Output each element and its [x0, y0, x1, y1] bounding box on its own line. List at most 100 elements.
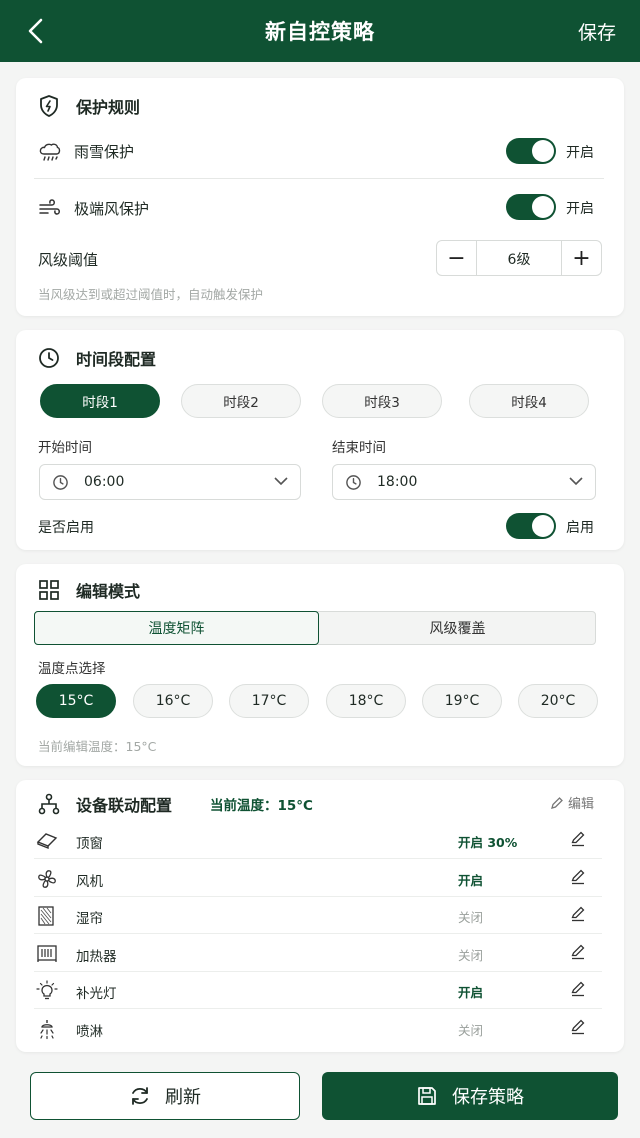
edit-mode-card: 编辑模式 温度矩阵 风级覆盖 温度点选择 15°C 16°C 17°C 18°C…	[16, 564, 624, 766]
start-time-value: 06:00	[84, 474, 125, 490]
device-row: 加热器 关闭	[34, 935, 602, 972]
device-name: 加热器	[76, 948, 117, 965]
device-status: 关闭	[458, 947, 484, 963]
sprinkler-icon	[36, 1018, 58, 1044]
chevron-down-icon	[274, 477, 288, 486]
device-name: 湿帘	[76, 911, 103, 927]
device-row: 顶窗 开启 30%	[34, 822, 602, 859]
edit-pencil-icon[interactable]	[570, 906, 586, 926]
tab-temperature-matrix[interactable]: 温度矩阵	[34, 611, 319, 645]
tab-slot-2[interactable]: 时段2	[181, 384, 301, 418]
start-time-select[interactable]: 06:00	[39, 464, 301, 500]
refresh-label: 刷新	[165, 1087, 201, 1108]
device-row: 湿帘 关闭	[34, 897, 602, 934]
temp-option-16[interactable]: 16°C	[133, 684, 213, 718]
wind-threshold-label: 风级阈值	[38, 251, 99, 269]
device-name: 补光灯	[76, 986, 117, 1002]
shield-icon	[40, 95, 58, 117]
timeslot-card: 时间段配置 时段1 时段2 时段3 时段4 开始时间 结束时间 06:00 18…	[16, 330, 624, 550]
device-name: 风机	[76, 873, 103, 890]
protection-title-text: 保护规则	[76, 98, 141, 117]
device-row: 补光灯 开启	[34, 972, 602, 1009]
edit-pencil-icon[interactable]	[570, 869, 586, 889]
end-time-value: 18:00	[377, 474, 418, 490]
clock-icon	[53, 475, 68, 490]
enable-state: 启用	[566, 520, 594, 536]
tab-slot-3[interactable]: 时段3	[322, 384, 442, 418]
edit-mode-title: 编辑模式	[38, 578, 140, 602]
device-status: 关闭	[458, 1022, 484, 1038]
device-title-text: 设备联动配置	[76, 796, 173, 815]
refresh-button[interactable]: 刷新	[30, 1072, 300, 1120]
rain-protection-state: 开启	[566, 145, 594, 161]
tab-wind-override[interactable]: 风级覆盖	[319, 611, 596, 645]
wind-protection-toggle[interactable]	[506, 194, 556, 220]
save-strategy-button[interactable]: 保存策略	[322, 1072, 618, 1120]
device-title: 设备联动配置	[38, 792, 172, 816]
device-status: 开启	[458, 985, 484, 1000]
device-row: 风机 开启	[34, 860, 602, 897]
increase-button[interactable]: +	[561, 241, 601, 275]
rain-protection-label: 雨雪保护	[74, 143, 135, 161]
start-time-label: 开始时间	[38, 440, 92, 456]
end-time-select[interactable]: 18:00	[332, 464, 596, 500]
grow-light-icon	[36, 980, 58, 1006]
roof-window-icon	[36, 830, 58, 854]
device-list: 顶窗 开启 30% 风机 开启 湿帘 关闭 加热器 关闭 补光灯 开启 喷淋 关闭	[16, 822, 624, 1050]
device-card: 设备联动配置 当前温度：15°C 编辑 顶窗 开启 30% 风机 开启 湿帘 关闭 加热器关…	[16, 780, 624, 1052]
wet-curtain-icon	[36, 905, 56, 931]
rain-protection-toggle[interactable]	[506, 138, 556, 164]
tab-slot-4[interactable]: 时段4	[469, 384, 589, 418]
device-status: 开启	[458, 872, 484, 888]
device-name: 顶窗	[76, 836, 103, 852]
page-title: 新自控策略	[265, 20, 375, 44]
rain-snow-icon	[39, 143, 61, 161]
protection-card: 保护规则 雨雪保护 开启 极端风保护 开启 风级阈值 − 6级 + 当风级达到或…	[16, 78, 624, 316]
wind-threshold-value: 6级	[507, 252, 531, 268]
edit-pencil-icon[interactable]	[570, 944, 586, 964]
end-time-label: 结束时间	[332, 440, 386, 456]
clock-icon	[39, 348, 59, 368]
save-disk-icon	[418, 1087, 436, 1105]
device-status: 开启 30%	[458, 835, 518, 850]
app-header: 新自控策略 保存	[0, 0, 640, 62]
device-name: 喷淋	[76, 1023, 103, 1040]
chevron-down-icon	[569, 477, 583, 486]
current-temperature: 当前温度：15°C	[210, 798, 313, 814]
temp-option-15[interactable]: 15°C	[36, 684, 116, 718]
edit-pencil-icon[interactable]	[570, 981, 586, 1001]
save-strategy-label: 保存策略	[452, 1087, 524, 1108]
enable-toggle[interactable]	[506, 513, 556, 539]
timeslot-title-text: 时间段配置	[76, 350, 157, 369]
edit-pencil-icon[interactable]	[570, 831, 586, 851]
wind-protection-state: 开启	[566, 201, 594, 217]
device-edit-link[interactable]: 编辑	[550, 793, 594, 812]
temp-select-label: 温度点选择	[38, 661, 106, 677]
wind-protection-label: 极端风保护	[74, 200, 150, 218]
device-edit-label: 编辑	[568, 797, 595, 812]
fan-icon	[36, 868, 58, 894]
enable-label: 是否启用	[38, 520, 94, 536]
decrease-button[interactable]: −	[437, 241, 477, 275]
wind-icon	[39, 199, 60, 215]
device-row: 喷淋 关闭	[34, 1010, 602, 1047]
temp-option-20[interactable]: 20°C	[518, 684, 598, 718]
grid-icon	[39, 580, 59, 600]
timeslot-title: 时间段配置	[38, 346, 156, 370]
header-save-button[interactable]: 保存	[578, 18, 616, 45]
clock-icon	[346, 475, 361, 490]
current-edit-temp: 当前编辑温度：15°C	[38, 739, 157, 754]
edit-pencil-icon[interactable]	[570, 1019, 586, 1039]
temp-option-19[interactable]: 19°C	[422, 684, 502, 718]
temp-option-17[interactable]: 17°C	[229, 684, 309, 718]
edit-mode-title-text: 编辑模式	[76, 582, 141, 601]
temp-option-18[interactable]: 18°C	[326, 684, 406, 718]
tab-slot-1[interactable]: 时段1	[40, 384, 160, 418]
wind-threshold-stepper: − 6级 +	[436, 240, 602, 276]
network-icon	[38, 793, 60, 815]
protection-title: 保护规则	[38, 94, 140, 118]
refresh-icon	[132, 1087, 148, 1105]
divider	[34, 178, 604, 179]
device-status: 关闭	[458, 910, 484, 925]
mode-segmented-control: 温度矩阵 风级覆盖	[34, 611, 596, 645]
